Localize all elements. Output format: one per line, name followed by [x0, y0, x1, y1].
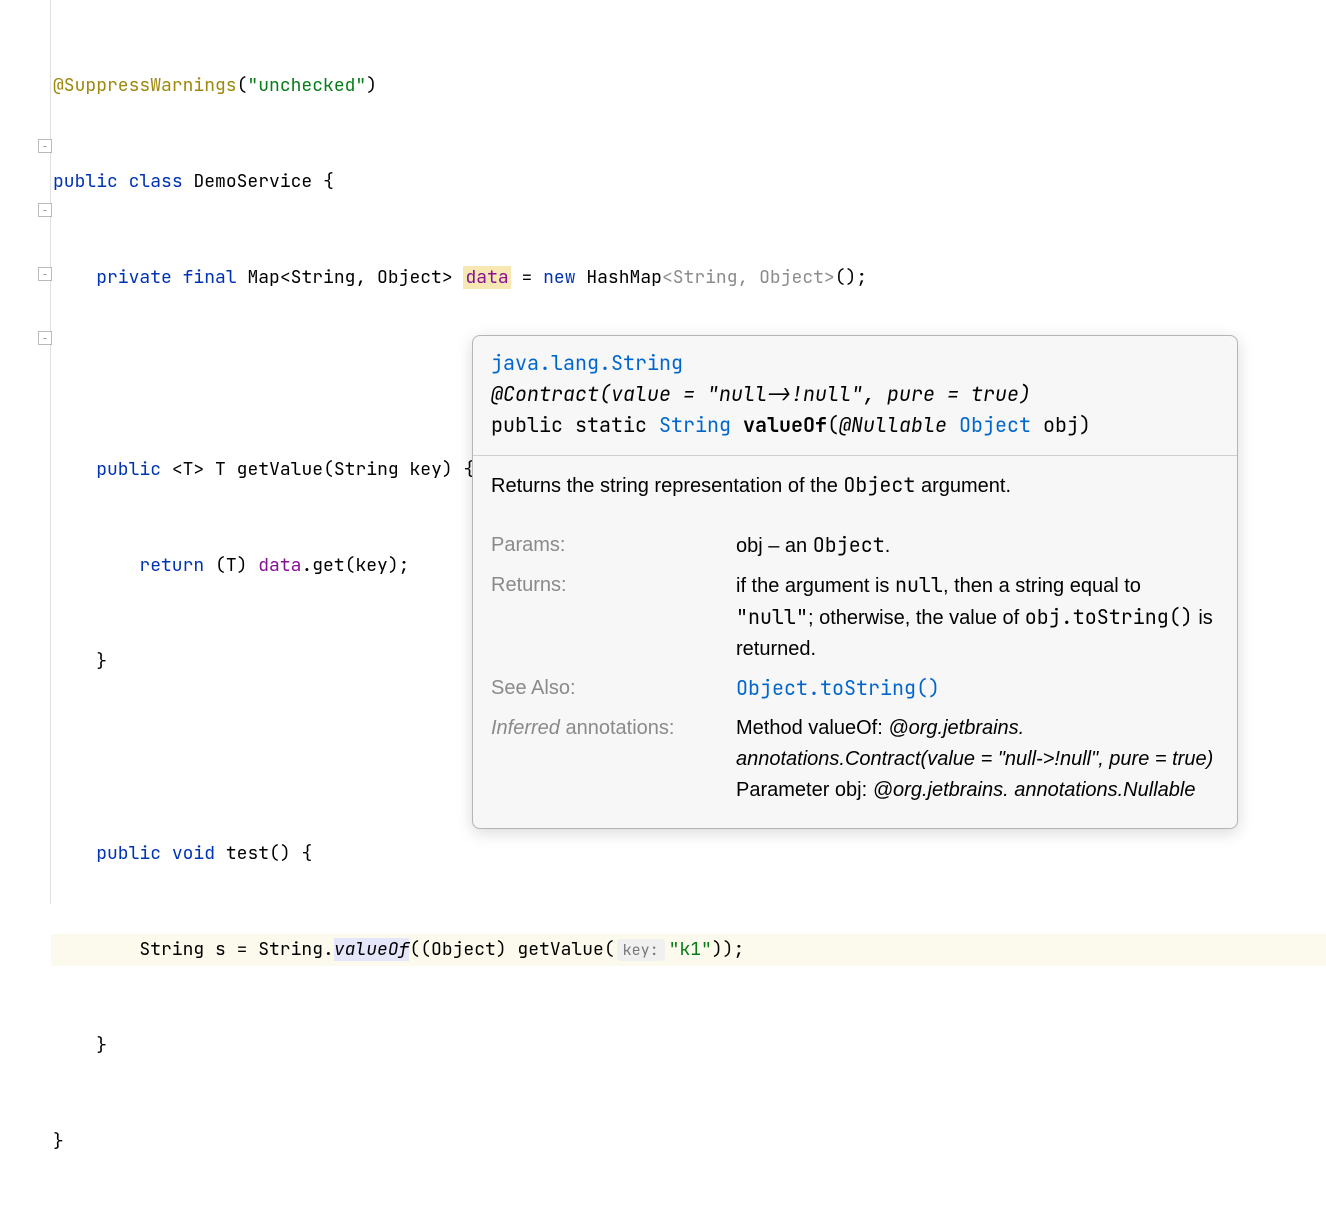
doc-inferred-row: Inferred annotations: Method valueOf: @o…: [491, 709, 1219, 810]
doc-return-type-link[interactable]: String: [659, 412, 731, 438]
doc-params-label: Params:: [491, 526, 736, 566]
doc-description: Returns the string representation of the…: [491, 470, 1219, 502]
doc-inferred-label: Inferred annotations:: [491, 709, 736, 810]
fold-marker-icon[interactable]: −: [38, 267, 52, 281]
doc-seealso-label: See Also:: [491, 669, 736, 709]
doc-param-type-link[interactable]: Object: [959, 412, 1031, 438]
code-line-active[interactable]: String s = String.valueOf((Object) getVa…: [51, 934, 1326, 966]
doc-returns-value: if the argument is null, then a string e…: [736, 566, 1219, 669]
code-line[interactable]: public class DemoService {: [51, 166, 1326, 198]
code-line[interactable]: public void test() {: [51, 838, 1326, 870]
doc-seealso-value: Object.toString(): [736, 669, 1219, 709]
code-line[interactable]: @SuppressWarnings("unchecked"): [51, 70, 1326, 102]
doc-table: Params: obj – an Object. Returns: if the…: [491, 526, 1219, 810]
doc-params-row: Params: obj – an Object.: [491, 526, 1219, 566]
doc-signature: java.lang.String @Contract(value = "null…: [473, 336, 1237, 456]
inlay-hint: key:: [617, 939, 665, 961]
doc-returns-row: Returns: if the argument is null, then a…: [491, 566, 1219, 669]
doc-seealso-link[interactable]: Object.toString(): [736, 675, 940, 701]
doc-seealso-row: See Also: Object.toString(): [491, 669, 1219, 709]
doc-returns-label: Returns:: [491, 566, 736, 669]
doc-body: Returns the string representation of the…: [473, 456, 1237, 828]
doc-package-link[interactable]: java.lang.String: [491, 350, 683, 376]
fold-marker-icon[interactable]: −: [38, 203, 52, 217]
code-line[interactable]: private final Map<String, Object> data =…: [51, 262, 1326, 294]
doc-contract-annotation: @Contract(value = "null->!null", pure = …: [491, 381, 1031, 407]
doc-inferred-value: Method valueOf: @org.jetbrains. annotati…: [736, 709, 1219, 810]
code-line[interactable]: }: [51, 1126, 1326, 1158]
fold-marker-icon[interactable]: −: [38, 139, 52, 153]
code-line[interactable]: }: [51, 1030, 1326, 1062]
doc-params-value: obj – an Object.: [736, 526, 1219, 566]
documentation-popup: java.lang.String @Contract(value = "null…: [472, 335, 1238, 829]
fold-marker-icon[interactable]: −: [38, 331, 52, 345]
editor-gutter: − − − −: [0, 0, 51, 904]
